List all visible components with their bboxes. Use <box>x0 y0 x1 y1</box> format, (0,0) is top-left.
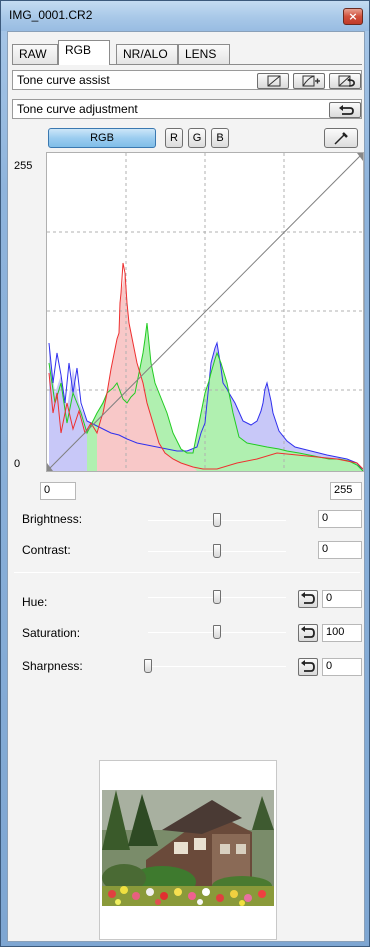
saturation-slider-thumb[interactable] <box>213 625 221 639</box>
channel-label: RGB <box>90 132 114 144</box>
y-axis-max-label: 255 <box>14 160 33 172</box>
curve-assist-default-button[interactable] <box>257 73 289 89</box>
channel-label: G <box>192 132 202 144</box>
eyedropper-button[interactable] <box>324 128 358 148</box>
curve-assist-auto-button[interactable] <box>293 73 325 89</box>
channel-rgb-button[interactable]: RGB <box>48 128 156 148</box>
brightness-label: Brightness: <box>22 512 83 526</box>
channel-b-button[interactable]: B <box>211 128 229 148</box>
tab-label: NR/ALO <box>123 47 168 61</box>
sharpness-label: Sharpness: <box>22 659 83 673</box>
y-axis-min-label: 0 <box>14 458 21 470</box>
brightness-slider-thumb[interactable] <box>213 513 221 527</box>
tab-label: LENS <box>185 47 217 61</box>
reset-arrow-icon <box>339 105 354 115</box>
sharpness-reset-button[interactable] <box>298 658 318 676</box>
title-bar[interactable]: IMG_0001.CR2 × <box>1 1 369 31</box>
input-min-value: 0 <box>44 484 51 496</box>
saturation-reset-button[interactable] <box>298 624 318 642</box>
contrast-value: 0 <box>322 543 329 555</box>
hue-value: 0 <box>326 592 333 604</box>
curve-auto-plus-icon <box>302 75 320 87</box>
sharpness-slider-thumb[interactable] <box>144 659 152 673</box>
tab-raw[interactable]: RAW <box>12 44 58 64</box>
brightness-value: 0 <box>322 512 329 524</box>
curve-assist-reset-button[interactable] <box>329 73 361 89</box>
hue-reset-button[interactable] <box>298 590 318 608</box>
tone-curve-assist-label: Tone curve assist <box>17 73 110 87</box>
hue-label: Hue: <box>22 595 48 609</box>
window-title: IMG_0001.CR2 <box>9 8 93 22</box>
curve-default-icon <box>267 75 281 87</box>
reset-arrow-icon <box>301 626 315 638</box>
brightness-slider[interactable] <box>148 513 286 527</box>
tab-lens[interactable]: LENS <box>178 44 230 64</box>
channel-g-button[interactable]: G <box>188 128 206 148</box>
hue-slider[interactable] <box>148 590 286 604</box>
saturation-slider[interactable] <box>148 625 286 639</box>
close-button[interactable]: × <box>343 8 363 25</box>
contrast-slider[interactable] <box>148 544 286 558</box>
close-icon: × <box>348 10 358 23</box>
tab-rgb[interactable]: RGB <box>58 40 110 65</box>
histogram-svg <box>47 153 364 472</box>
tone-curve-adjustment-label: Tone curve adjustment <box>17 102 138 116</box>
section-divider <box>14 572 360 573</box>
palette-content: RAW RGB NR/ALO LENS Tone curve assist To… <box>7 31 365 942</box>
input-max-field[interactable]: 255 <box>330 482 362 500</box>
tone-curve-reset-button[interactable] <box>329 102 361 118</box>
hue-slider-thumb[interactable] <box>213 590 221 604</box>
sharpness-field[interactable]: 0 <box>322 658 362 676</box>
channel-label: B <box>216 132 224 144</box>
sharpness-slider[interactable] <box>144 659 286 673</box>
tab-nr-alo[interactable]: NR/ALO <box>116 44 178 64</box>
contrast-slider-thumb[interactable] <box>213 544 221 558</box>
saturation-field[interactable]: 100 <box>322 624 362 642</box>
channel-label: R <box>170 132 178 144</box>
tone-curve-adjustment-row: Tone curve adjustment <box>12 99 362 119</box>
saturation-value: 100 <box>326 626 345 638</box>
tone-curve-graph[interactable] <box>46 152 364 472</box>
tab-label: RAW <box>19 47 47 61</box>
curve-endpoint-handle <box>357 153 363 161</box>
hue-field[interactable]: 0 <box>322 590 362 608</box>
tool-palette-window: IMG_0001.CR2 × RAW RGB NR/ALO LENS Tone … <box>0 0 370 947</box>
curve-reset-icon <box>338 75 355 87</box>
contrast-label: Contrast: <box>22 543 71 557</box>
eyedropper-icon <box>334 132 348 145</box>
house-thumbnail-image <box>100 761 276 939</box>
thumbnail-preview-frame <box>99 760 277 940</box>
tone-curve-assist-row: Tone curve assist <box>12 70 362 90</box>
reset-arrow-icon <box>301 592 315 604</box>
channel-r-button[interactable]: R <box>165 128 183 148</box>
sharpness-value: 0 <box>326 660 333 672</box>
contrast-field[interactable]: 0 <box>318 541 362 559</box>
tab-label: RGB <box>65 43 92 57</box>
input-min-field[interactable]: 0 <box>40 482 76 500</box>
reset-arrow-icon <box>301 660 315 672</box>
saturation-label: Saturation: <box>22 626 81 640</box>
input-max-value: 255 <box>334 484 353 496</box>
brightness-field[interactable]: 0 <box>318 510 362 528</box>
